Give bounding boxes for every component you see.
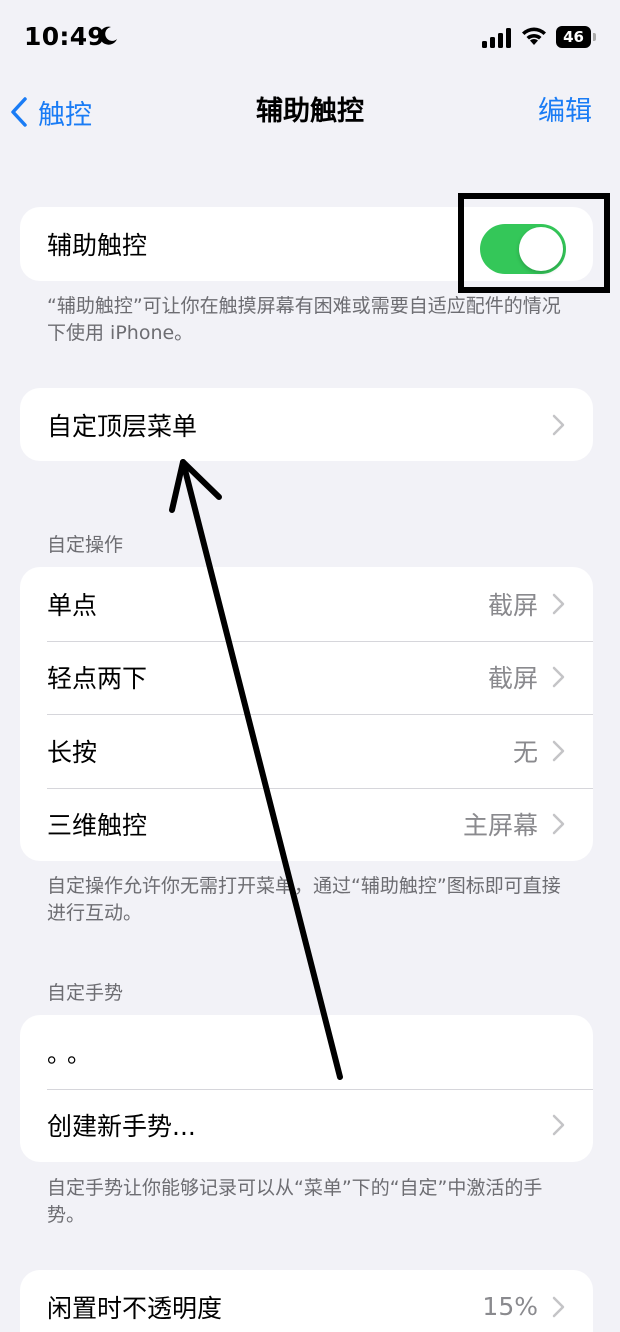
- action-value: 截屏: [487, 590, 538, 620]
- chevron-right-icon: [552, 667, 565, 688]
- custom-gestures-group: 。。 创建新手势...: [20, 1015, 593, 1162]
- custom-actions-footnote: 自定操作允许你无需打开菜单，通过“辅助触控”图标即可直接进行互动。: [47, 875, 561, 924]
- back-label: 触控: [38, 99, 92, 131]
- battery-icon: 46: [556, 26, 596, 48]
- idle-opacity-row[interactable]: 闲置时不透明度 15%: [20, 1270, 593, 1332]
- idle-opacity-label: 闲置时不透明度: [47, 1293, 223, 1323]
- gesture-dots: 。。: [47, 1040, 99, 1069]
- custom-actions-header: 自定操作: [47, 534, 124, 556]
- assistive-touch-footnote: “辅助触控”可让你在触摸屏幕有困难或需要自适应配件的情况下使用 iPhone。: [47, 295, 561, 344]
- battery-level: 46: [563, 28, 584, 46]
- action-value: 主屏幕: [462, 811, 538, 841]
- top-menu-row[interactable]: 自定顶层菜单: [20, 388, 593, 461]
- action-label: 单点: [47, 590, 98, 620]
- action-label: 轻点两下: [47, 664, 148, 694]
- signal-icon: [482, 28, 511, 48]
- chevron-right-icon: [552, 740, 565, 761]
- custom-actions-group: 单点 截屏 轻点两下 截屏 长按 无 三维触控 主屏幕: [20, 567, 593, 861]
- moon-icon: [99, 26, 117, 45]
- gesture-row[interactable]: 。。: [20, 1015, 593, 1089]
- toggle-highlight-box: [458, 193, 610, 293]
- create-gesture-label: 创建新手势...: [47, 1112, 196, 1142]
- wifi-icon: [522, 27, 546, 45]
- chevron-right-icon: [552, 593, 565, 614]
- action-row-double-tap[interactable]: 轻点两下 截屏: [20, 640, 593, 715]
- chevron-right-icon: [552, 814, 565, 835]
- status-time: 10:49: [24, 22, 106, 51]
- back-button[interactable]: 触控: [8, 92, 92, 132]
- action-value: 无: [512, 737, 538, 767]
- chevron-right-icon: [552, 1296, 565, 1317]
- custom-gestures-header: 自定手势: [47, 982, 124, 1004]
- chevron-right-icon: [552, 414, 565, 435]
- top-menu-group: 自定顶层菜单: [20, 388, 593, 461]
- create-gesture-row[interactable]: 创建新手势...: [20, 1088, 593, 1163]
- idle-opacity-group: 闲置时不透明度 15%: [20, 1270, 593, 1332]
- top-menu-label: 自定顶层菜单: [47, 411, 198, 441]
- action-row-3d-touch[interactable]: 三维触控 主屏幕: [20, 787, 593, 862]
- idle-opacity-value: 15%: [482, 1292, 538, 1321]
- status-bar: 10:49 46: [0, 0, 620, 80]
- action-value: 截屏: [487, 664, 538, 694]
- action-row-single-tap[interactable]: 单点 截屏: [20, 567, 593, 641]
- chevron-right-icon: [552, 1115, 565, 1136]
- edit-button[interactable]: 编辑: [538, 92, 592, 132]
- action-row-long-press[interactable]: 长按 无: [20, 714, 593, 788]
- chevron-left-icon: [11, 97, 27, 127]
- action-label: 长按: [47, 737, 98, 767]
- custom-gestures-footnote: 自定手势让你能够记录可以从“菜单”下的“自定”中激活的手势。: [47, 1177, 543, 1226]
- page-title: 辅助触控: [256, 96, 364, 127]
- action-label: 三维触控: [47, 811, 148, 841]
